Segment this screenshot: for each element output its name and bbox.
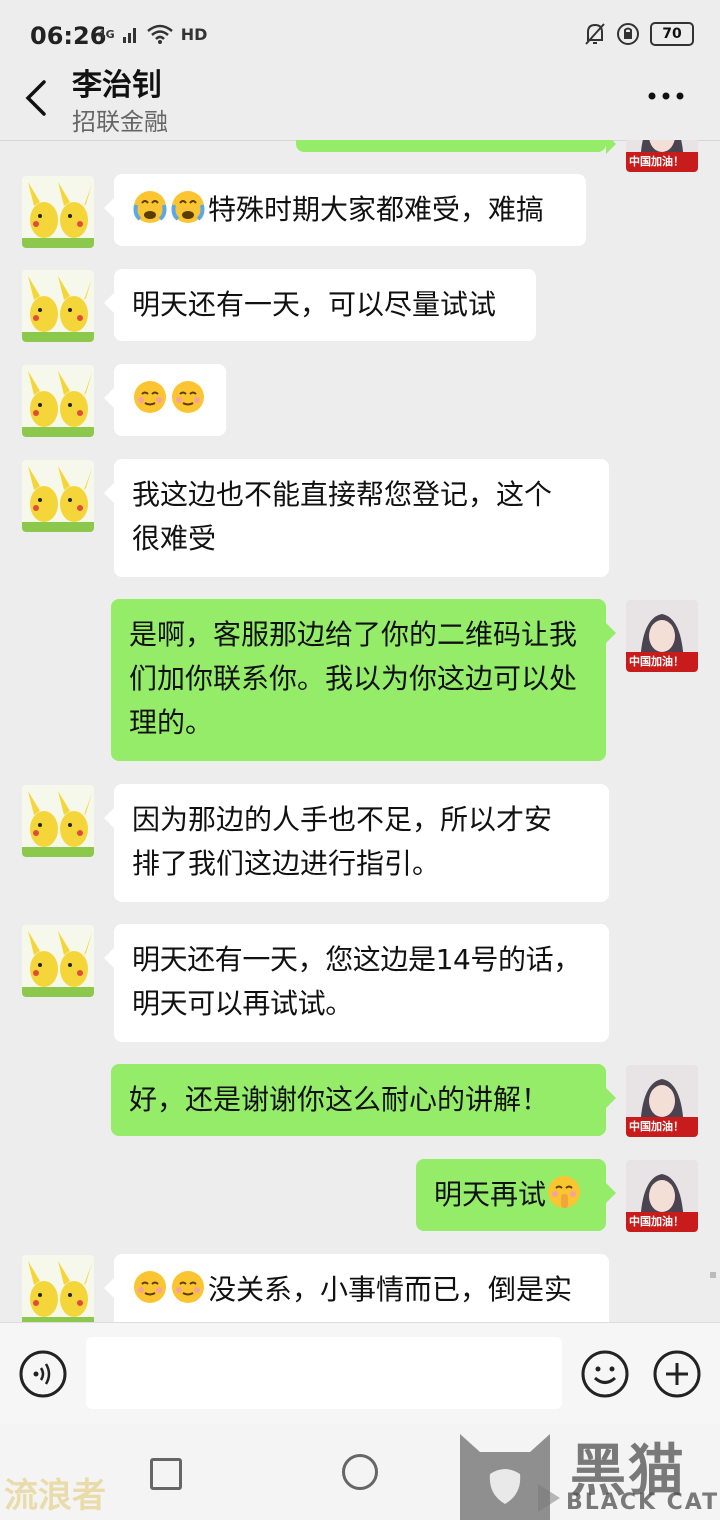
message-text: 明天还有一天，可以尽量试试 bbox=[132, 288, 497, 321]
smiling-face-icon bbox=[172, 381, 204, 413]
crying-face-icon bbox=[171, 191, 205, 223]
contact-avatar[interactable] bbox=[22, 460, 94, 532]
message-bubble-theirs[interactable]: 明天还有一天，您这边是14号的话， 明天可以再试试。 bbox=[104, 924, 609, 1042]
black-cat-logo-icon bbox=[460, 1434, 560, 1520]
contact-avatar[interactable] bbox=[22, 925, 94, 997]
message-text: 们加你联系你。我以为你这边可以处 bbox=[129, 662, 578, 695]
pikachu-avatar-icon bbox=[22, 1255, 94, 1322]
message-text: 明天再试 bbox=[434, 1178, 547, 1211]
wifi-icon bbox=[146, 24, 173, 44]
message-text: 理的。 bbox=[129, 706, 214, 739]
message-bubble-theirs[interactable]: 特殊时期大家都难受，难搞 bbox=[104, 174, 586, 246]
home-button[interactable] bbox=[342, 1454, 378, 1490]
message-text: 没关系，小事情而已，倒是实 bbox=[208, 1273, 573, 1306]
avatar-badge: 中国加油！ bbox=[629, 1215, 684, 1228]
status-left-icons: 4G HD bbox=[98, 24, 207, 44]
chat-header: 李治钊 招联金融 bbox=[0, 54, 720, 141]
pikachu-avatar-icon bbox=[22, 925, 94, 997]
pikachu-avatar-icon bbox=[22, 176, 94, 248]
contact-avatar[interactable] bbox=[22, 176, 94, 248]
crying-face-icon bbox=[133, 191, 167, 223]
input-bar bbox=[0, 1322, 720, 1425]
more-functions-plus-icon[interactable] bbox=[652, 1349, 702, 1399]
status-time: 06:26 bbox=[30, 22, 107, 50]
message-list[interactable]: 中国加油！ 特殊时期大家都难受，难搞 明天还有一天，可以尽量试试 我这边也不能直… bbox=[0, 140, 720, 1322]
my-avatar[interactable]: 中国加油！ bbox=[626, 1160, 698, 1232]
message-bubble-theirs[interactable]: 没关系，小事情而已，倒是实 bbox=[104, 1254, 609, 1322]
back-arrow-icon[interactable] bbox=[18, 76, 58, 120]
pikachu-avatar-icon bbox=[22, 365, 94, 437]
hd-label: HD bbox=[180, 24, 208, 44]
more-options-icon[interactable] bbox=[646, 86, 686, 106]
system-nav-bar: 流浪者 黑猫 BLACK CAT bbox=[0, 1424, 720, 1520]
voice-input-icon[interactable] bbox=[18, 1349, 68, 1399]
message-bubble-theirs[interactable] bbox=[104, 364, 226, 436]
my-avatar[interactable]: 中国加油！ bbox=[626, 1065, 698, 1137]
signal-icon bbox=[122, 28, 136, 43]
message-bubble-theirs[interactable]: 我这边也不能直接帮您登记，这个 很难受 bbox=[104, 459, 609, 577]
contact-avatar[interactable] bbox=[22, 270, 94, 342]
message-text: 是啊，客服那边给了你的二维码让我 bbox=[129, 618, 578, 651]
message-input[interactable] bbox=[86, 1337, 562, 1409]
message-text: 好，还是谢谢你这么耐心的讲解！ bbox=[129, 1083, 550, 1116]
mute-bell-icon bbox=[585, 23, 605, 45]
smiling-face-icon bbox=[134, 381, 166, 413]
pikachu-avatar-icon bbox=[22, 785, 94, 857]
smiling-face-icon bbox=[134, 1271, 166, 1303]
message-text: 排了我们这边进行指引。 bbox=[132, 847, 441, 880]
message-bubble-mine[interactable]: 明天再试 bbox=[416, 1159, 616, 1231]
battery-indicator: 70 bbox=[650, 22, 694, 46]
message-bubble-theirs[interactable]: 因为那边的人手也不足，所以才安 排了我们这边进行指引。 bbox=[104, 784, 609, 902]
message-text: 因为那边的人手也不足，所以才安 bbox=[132, 803, 553, 836]
my-avatar[interactable]: 中国加油！ bbox=[626, 140, 698, 172]
message-text: 明天还有一天，您这边是14号的话， bbox=[132, 943, 581, 976]
avatar-badge: 中国加油！ bbox=[629, 655, 684, 668]
avatar-badge: 中国加油！ bbox=[629, 1120, 684, 1133]
contact-avatar[interactable] bbox=[22, 785, 94, 857]
contact-avatar[interactable] bbox=[22, 1255, 94, 1322]
pikachu-avatar-icon bbox=[22, 270, 94, 342]
message-bubble-mine[interactable] bbox=[296, 140, 616, 154]
scroll-indicator bbox=[710, 1272, 716, 1278]
recent-apps-button[interactable] bbox=[150, 1458, 182, 1490]
avatar-badge: 中国加油！ bbox=[629, 155, 684, 168]
smiling-face-icon bbox=[172, 1271, 204, 1303]
message-text: 特殊时期大家都难受，难搞 bbox=[208, 193, 545, 226]
watermark-left: 流浪者 bbox=[4, 1476, 106, 1516]
watermark-blackcat: 黑猫 BLACK CAT bbox=[450, 1424, 720, 1520]
shushing-face-icon bbox=[548, 1176, 581, 1208]
emoji-picker-icon[interactable] bbox=[580, 1349, 630, 1399]
message-text: 我这边也不能直接帮您登记，这个 bbox=[132, 478, 553, 511]
contact-name: 李治钊 bbox=[72, 68, 162, 103]
message-text: 很难受 bbox=[132, 522, 217, 555]
message-bubble-mine[interactable]: 是啊，客服那边给了你的二维码让我 们加你联系你。我以为你这边可以处 理的。 bbox=[111, 599, 616, 761]
lock-rotation-icon bbox=[617, 23, 639, 45]
message-bubble-mine[interactable]: 好，还是谢谢你这么耐心的讲解！ bbox=[111, 1064, 616, 1136]
status-right-icons: 70 bbox=[584, 22, 694, 46]
network-label: 4G bbox=[98, 27, 115, 41]
message-text: 明天可以再试试。 bbox=[132, 987, 353, 1020]
contact-avatar[interactable] bbox=[22, 365, 94, 437]
watermark-brand-en: BLACK CAT bbox=[566, 1490, 720, 1515]
my-avatar[interactable]: 中国加油！ bbox=[626, 600, 698, 672]
contact-company: 招联金融 bbox=[72, 108, 168, 136]
pikachu-avatar-icon bbox=[22, 460, 94, 532]
message-bubble-theirs[interactable]: 明天还有一天，可以尽量试试 bbox=[104, 269, 536, 341]
